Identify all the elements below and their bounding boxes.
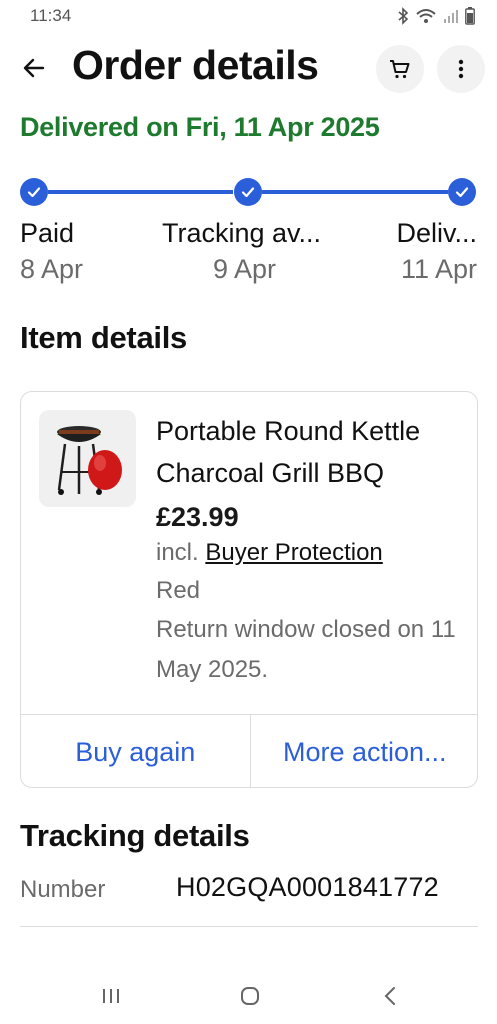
app-header: Order details [0,34,497,102]
status-bar: 11:34 [0,0,497,34]
order-progress-tracker: Paid 8 Apr Tracking av... 9 Apr Deliv...… [0,172,497,292]
chevron-left-icon [384,987,395,1005]
step-date-paid: 8 Apr [20,254,84,284]
buy-again-button[interactable]: Buy again [21,715,250,787]
step-label-paid: Paid [20,218,75,248]
wifi-icon [416,9,436,23]
return-window-note: Return window closed on 11 May 2025. [156,616,456,683]
tracking-number-label: Number [20,876,106,903]
item-card: Portable Round Kettle Charcoal Grill BBQ… [20,391,478,788]
battery-icon [465,7,475,25]
step-complete-dot [234,178,262,206]
divider [20,926,478,927]
page-title: Order details [72,42,319,88]
system-nav-bar [0,968,497,1024]
progress-line [262,190,448,194]
buyer-protection-line: incl. Buyer Protection [156,534,466,572]
item-variant: Red [156,577,201,604]
more-actions-button[interactable]: More action... [249,715,478,787]
back-button[interactable] [18,52,50,84]
item-info: Portable Round Kettle Charcoal Grill BBQ… [156,410,466,690]
item-thumbnail[interactable] [39,410,136,507]
more-vertical-icon [458,59,464,79]
grill-image [57,426,122,495]
item-price: £23.99 [156,502,239,532]
item-actions: Buy again More action... [21,714,478,787]
cart-button[interactable] [376,45,424,93]
step-complete-dot [448,178,476,206]
check-icon [241,187,255,198]
cart-icon [390,60,410,79]
recents-icon [103,989,119,1003]
signal-icon [444,10,458,23]
check-icon [27,187,41,198]
step-complete-dot [20,178,48,206]
step-label-tracking: Tracking av... [162,218,322,248]
step-date-delivered: 11 Apr [400,254,477,284]
step-date-tracking: 9 Apr [213,254,277,284]
more-options-button[interactable] [437,45,485,93]
system-back-button[interactable] [374,982,406,1010]
arrow-left-icon [23,58,45,78]
incl-prefix: incl. [156,539,199,566]
check-icon [455,187,469,198]
home-button[interactable] [234,982,266,1010]
step-label-delivered: Deliv... [396,218,477,248]
tracking-number-row: Number H02GQA0001841772 [20,868,478,912]
tracking-details-heading: Tracking details [20,818,250,853]
status-icons [397,7,475,25]
home-icon [241,987,259,1005]
tracking-number-value[interactable]: H02GQA0001841772 [176,872,439,903]
buyer-protection-link[interactable]: Buyer Protection [205,539,382,566]
bluetooth-icon [398,7,409,25]
delivery-status: Delivered on Fri, 11 Apr 2025 [20,112,380,142]
status-time: 11:34 [30,6,72,25]
recents-button[interactable] [95,982,127,1010]
item-title[interactable]: Portable Round Kettle Charcoal Grill BBQ [156,410,466,494]
progress-line [48,190,233,194]
item-details-heading: Item details [20,320,187,355]
